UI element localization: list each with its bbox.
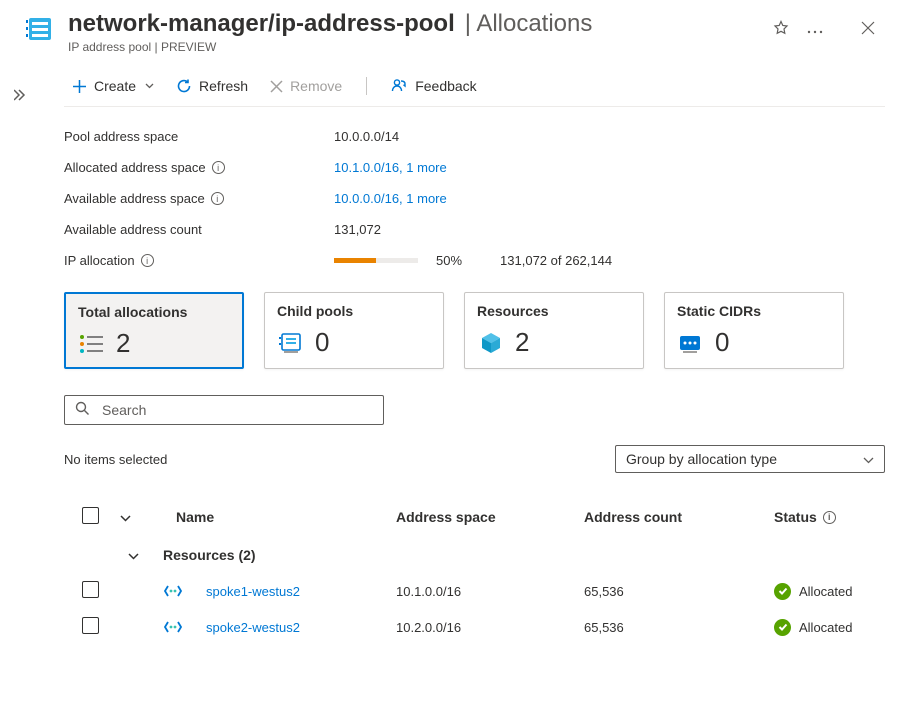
group-by-dropdown[interactable]: Group by allocation type (615, 445, 885, 473)
ip-allocation-percent: 50% (436, 253, 462, 268)
card-child-pools[interactable]: Child pools 0 (264, 292, 444, 369)
row-checkbox[interactable] (82, 617, 99, 634)
create-button[interactable]: Create (64, 72, 162, 100)
available-count-label: Available address count (64, 222, 334, 237)
group-label: Resources (2) (163, 547, 256, 563)
expand-sidebar-icon[interactable] (14, 88, 28, 104)
remove-button: Remove (262, 72, 350, 100)
card-title: Total allocations (78, 304, 230, 320)
pool-space-label: Pool address space (64, 129, 334, 144)
available-count-value: 131,072 (334, 222, 885, 237)
column-name[interactable]: Name (176, 509, 396, 525)
page-title-section: | Allocations (465, 10, 593, 38)
more-icon[interactable] (805, 20, 825, 39)
ip-pool-icon (24, 14, 54, 44)
progress-bar (334, 258, 418, 263)
close-icon[interactable] (855, 16, 881, 42)
row-address-count: 65,536 (584, 584, 774, 599)
expand-column[interactable] (120, 510, 176, 525)
pool-space-value: 10.0.0.0/14 (334, 129, 885, 144)
row-address-count: 65,536 (584, 620, 774, 635)
row-status: Allocated (774, 619, 909, 636)
card-resources[interactable]: Resources 2 (464, 292, 644, 369)
page-subtitle: IP address pool | PREVIEW (68, 40, 757, 54)
row-address-space: 10.2.0.0/16 (396, 620, 584, 635)
selection-status: No items selected (64, 452, 167, 467)
chevron-down-icon (128, 548, 139, 563)
column-address-space[interactable]: Address space (396, 509, 584, 525)
ip-pool-small-icon (277, 329, 305, 357)
list-icon (78, 330, 106, 358)
toolbar-separator (366, 77, 367, 95)
vnet-icon (164, 584, 206, 598)
card-static-cidrs[interactable]: Static CIDRs 0 (664, 292, 844, 369)
search-box[interactable] (64, 395, 384, 425)
column-status[interactable]: Status i (774, 509, 909, 525)
card-value: 0 (715, 327, 729, 358)
feedback-icon (391, 78, 408, 94)
table-row[interactable]: spoke2-westus2 10.2.0.0/16 65,536 Alloca… (64, 609, 885, 645)
row-name-link[interactable]: spoke2-westus2 (206, 620, 396, 635)
available-space-value[interactable]: 10.0.0.0/16, 1 more (334, 191, 885, 206)
card-title: Child pools (277, 303, 431, 319)
success-icon (774, 619, 791, 636)
refresh-icon (176, 78, 192, 94)
refresh-button[interactable]: Refresh (168, 72, 256, 100)
card-value: 2 (116, 328, 130, 359)
vnet-icon (164, 620, 206, 634)
search-icon (75, 401, 90, 419)
ip-allocation-value: 50% 131,072 of 262,144 (334, 253, 885, 268)
chevron-down-icon (863, 451, 874, 467)
allocated-space-value[interactable]: 10.1.0.0/16, 1 more (334, 160, 885, 175)
select-all-checkbox[interactable] (82, 507, 99, 524)
remove-icon (270, 80, 283, 93)
plus-icon (72, 79, 87, 94)
cidr-icon (677, 329, 705, 357)
search-input[interactable] (100, 401, 373, 419)
info-icon[interactable]: i (141, 254, 154, 267)
card-title: Resources (477, 303, 631, 319)
allocated-space-label: Allocated address space i (64, 160, 334, 175)
info-icon[interactable]: i (211, 192, 224, 205)
info-icon[interactable]: i (212, 161, 225, 174)
group-by-value: Group by allocation type (626, 451, 777, 467)
command-toolbar: Create Refresh Remove (64, 72, 885, 107)
ip-allocation-label: IP allocation i (64, 253, 334, 268)
allocations-table: Name Address space Address count Status … (64, 497, 885, 645)
cube-icon (477, 329, 505, 357)
card-total-allocations[interactable]: Total allocations 2 (64, 292, 244, 369)
row-name-link[interactable]: spoke1-westus2 (206, 584, 396, 599)
info-icon[interactable]: i (823, 511, 836, 524)
feedback-button[interactable]: Feedback (383, 72, 484, 100)
row-address-space: 10.1.0.0/16 (396, 584, 584, 599)
pin-icon[interactable] (771, 18, 791, 41)
group-header-resources[interactable]: Resources (2) (64, 537, 885, 573)
card-title: Static CIDRs (677, 303, 831, 319)
page-title: network-manager/ip-address-pool (68, 11, 455, 37)
success-icon (774, 583, 791, 600)
table-row[interactable]: spoke1-westus2 10.1.0.0/16 65,536 Alloca… (64, 573, 885, 609)
available-space-label: Available address space i (64, 191, 334, 206)
properties-grid: Pool address space 10.0.0.0/14 Allocated… (64, 129, 885, 268)
row-checkbox[interactable] (82, 581, 99, 598)
chevron-down-icon (145, 81, 154, 92)
card-value: 2 (515, 327, 529, 358)
row-status: Allocated (774, 583, 909, 600)
column-address-count[interactable]: Address count (584, 509, 774, 525)
ip-allocation-detail: 131,072 of 262,144 (500, 253, 612, 268)
card-value: 0 (315, 327, 329, 358)
